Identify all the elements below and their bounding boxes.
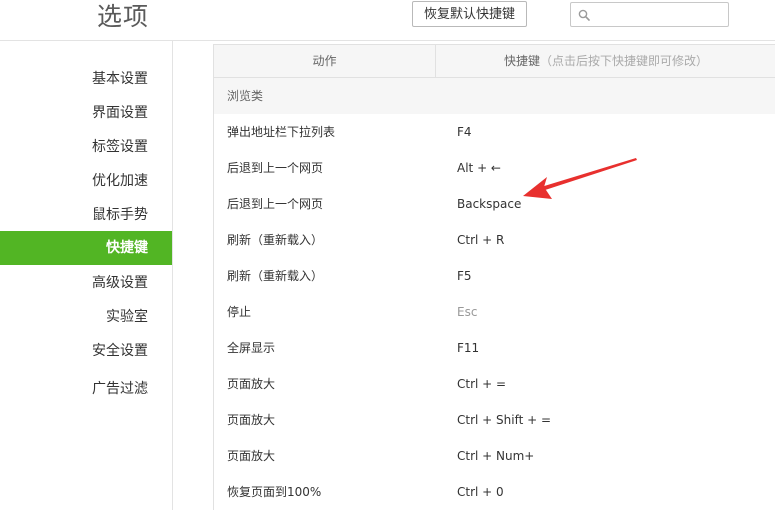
- sidebar-item-basic[interactable]: 基本设置: [0, 62, 172, 96]
- table-row: 页面放大 Ctrl + =: [214, 366, 775, 402]
- column-header-shortcut-hint: （点击后按下快捷键即可修改）: [540, 54, 709, 68]
- table-row: 弹出地址栏下拉列表 F4: [214, 114, 775, 150]
- table-row: 刷新（重新载入） Ctrl + R: [214, 222, 775, 258]
- sidebar-item-shortcuts[interactable]: 快捷键: [0, 231, 172, 265]
- column-header-action: 动作: [312, 54, 337, 68]
- search-input[interactable]: [595, 5, 725, 24]
- sidebar-item-ad-filter[interactable]: 广告过滤: [0, 372, 172, 406]
- shortcut-key-cell[interactable]: Ctrl + R: [457, 222, 504, 258]
- search-icon: [578, 9, 590, 21]
- action-label: 刷新（重新载入）: [227, 233, 324, 247]
- category-row: 浏览类: [214, 78, 775, 114]
- column-header-shortcut: 快捷键（点击后按下快捷键即可修改）: [436, 45, 775, 78]
- sidebar-item-security[interactable]: 安全设置: [0, 334, 172, 368]
- action-label: 恢复页面到100%: [227, 485, 322, 499]
- action-label: 后退到上一个网页: [227, 161, 324, 175]
- table-row: 页面放大 Ctrl + Num+: [214, 438, 775, 474]
- table-row: 后退到上一个网页 Backspace: [214, 186, 775, 222]
- shortcut-key-cell[interactable]: Ctrl + =: [457, 366, 506, 402]
- action-label: 停止: [227, 305, 252, 319]
- shortcut-key-cell[interactable]: Ctrl + Shift + =: [457, 402, 551, 438]
- shortcut-key-cell[interactable]: Esc: [457, 294, 477, 330]
- page-title: 选项: [97, 2, 150, 31]
- restore-default-shortcuts-button[interactable]: 恢复默认快捷键: [412, 1, 527, 27]
- shortcut-key-cell[interactable]: Ctrl + 0: [457, 474, 504, 510]
- shortcut-key-cell[interactable]: Backspace: [457, 186, 521, 222]
- shortcut-key-cell[interactable]: F11: [457, 330, 479, 366]
- sidebar-item-interface[interactable]: 界面设置: [0, 96, 172, 130]
- action-label: 全屏显示: [227, 341, 276, 355]
- sidebar-item-advanced[interactable]: 高级设置: [0, 266, 172, 300]
- shortcut-key-cell[interactable]: F5: [457, 258, 472, 294]
- shortcut-key-cell[interactable]: Ctrl + Num+: [457, 438, 534, 474]
- table-row: 后退到上一个网页 Alt + ←: [214, 150, 775, 186]
- table-header: 动作 快捷键（点击后按下快捷键即可修改）: [214, 44, 775, 78]
- action-label: 后退到上一个网页: [227, 197, 324, 211]
- action-label: 刷新（重新载入）: [227, 269, 324, 283]
- sidebar-divider: [172, 41, 173, 510]
- column-header-shortcut-label: 快捷键: [503, 54, 540, 68]
- sidebar-item-tabs[interactable]: 标签设置: [0, 130, 172, 164]
- sidebar-item-mouse-gestures[interactable]: 鼠标手势: [0, 198, 172, 232]
- sidebar-item-lab[interactable]: 实验室: [0, 300, 172, 334]
- action-label: 页面放大: [227, 449, 276, 463]
- shortcut-key-cell[interactable]: F4: [457, 114, 472, 150]
- shortcut-table: 动作 快捷键（点击后按下快捷键即可修改） 浏览类 弹出地址栏下拉列表 F4 后退…: [213, 44, 775, 510]
- sidebar: 基本设置 界面设置 标签设置 优化加速 鼠标手势 快捷键 高级设置 实验室 安全…: [0, 41, 172, 510]
- action-label: 页面放大: [227, 413, 276, 427]
- table-row: 恢复页面到100% Ctrl + 0: [214, 474, 775, 510]
- action-label: 页面放大: [227, 377, 276, 391]
- shortcut-key-cell[interactable]: Alt + ←: [457, 150, 501, 186]
- search-box[interactable]: [570, 2, 729, 27]
- table-row: 全屏显示 F11: [214, 330, 775, 366]
- table-row: 刷新（重新载入） F5: [214, 258, 775, 294]
- sidebar-item-optimize[interactable]: 优化加速: [0, 164, 172, 198]
- table-row: 停止 Esc: [214, 294, 775, 330]
- table-row: 页面放大 Ctrl + Shift + =: [214, 402, 775, 438]
- action-label: 弹出地址栏下拉列表: [227, 125, 336, 139]
